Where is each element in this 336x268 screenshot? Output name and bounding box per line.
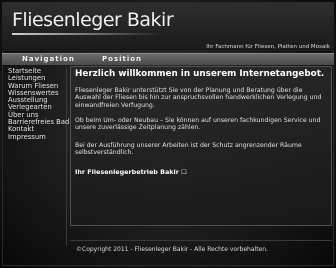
footer-divider [70,240,332,241]
sidebar-item-impressum[interactable]: Impressum [8,133,66,141]
logo-text: Fliesenleger Bakir [12,9,174,31]
site-header: Fliesenleger Bakir Ihr Fachmann für Flie… [2,3,334,51]
navigation-heading: Navigation [22,55,75,63]
service-paragraph: Ob beim Um- oder Neubau – Sie können auf… [75,117,321,132]
position-heading: Position [102,55,143,63]
intro-paragraph: Fliesenleger Bakir unterstützt Sie von d… [75,87,322,109]
main-content: Herzlich willkommen in unserem Interneta… [70,66,332,226]
signature-text: Ihr Fliesenlegerbetrieb Bakir ☐ [75,168,187,176]
site-logo[interactable]: Fliesenleger Bakir [12,9,174,35]
logo-underline [12,33,162,35]
nav-bar: Navigation Position [2,53,334,65]
copyright-footer: ©Copyright 2011 - Fliesenleger Bakir - A… [76,246,268,253]
protection-paragraph: Bei der Ausführung unserer Arbeiten ist … [75,142,302,157]
sidebar-nav: Startseite Leistungen Warum Fliesen Wiss… [4,67,69,246]
page-title: Herzlich willkommen in unserem Interneta… [75,69,325,79]
site-tagline: Ihr Fachmann für Fliesen, Platten und Mo… [206,44,330,50]
